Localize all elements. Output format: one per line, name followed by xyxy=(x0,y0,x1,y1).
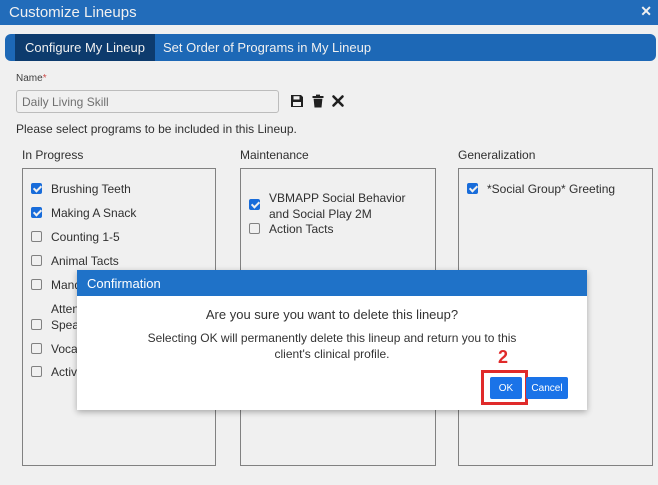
annotation-step-number: 2 xyxy=(498,347,509,367)
dialog-title: Confirmation xyxy=(87,276,161,291)
dialog-question: Are you sure you want to delete this lin… xyxy=(205,307,459,322)
cancel-button[interactable]: Cancel xyxy=(526,377,568,399)
modal-backdrop xyxy=(0,0,658,485)
dialog-message: Selecting OK will permanently delete thi… xyxy=(147,331,517,361)
dialog-header: Confirmation xyxy=(77,270,587,296)
ok-button[interactable]: OK xyxy=(490,377,522,399)
